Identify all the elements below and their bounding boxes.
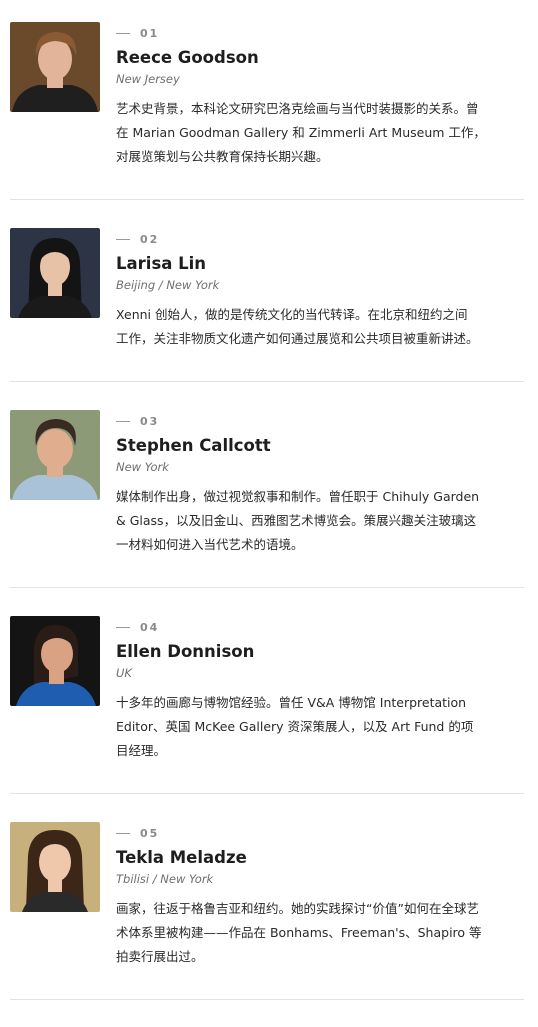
avatar <box>10 228 100 318</box>
member-number: 03 <box>140 414 160 428</box>
bio-line: & Glass，以及旧金山、西雅图艺术博览会。策展兴趣关注玻璃这 <box>116 513 477 528</box>
dash-divider-icon <box>116 420 130 422</box>
member-name: Ellen Donnison <box>116 642 255 661</box>
member-bio: 媒体制作出身，做过视觉叙事和制作。曾任职于 Chihuly Garden & G… <box>116 485 526 557</box>
bio-line: 一材料如何进入当代艺术的语境。 <box>116 537 304 552</box>
portrait-photo <box>10 228 100 318</box>
member-info: 05 Tekla Meladze Tbilisi / New York 画家，往… <box>116 822 526 969</box>
member-info: 03 Stephen Callcott New York 媒体制作出身，做过视觉… <box>116 410 526 557</box>
avatar <box>10 410 100 500</box>
member-number: 04 <box>140 620 160 634</box>
member-location: New Jersey <box>116 72 180 86</box>
dash-divider-icon <box>116 832 130 834</box>
member-location: New York <box>116 460 169 474</box>
member-index: 01 <box>116 25 526 41</box>
bio-line: 术体系里被构建——作品在 Bonhams、Freeman's、Shapiro 等 <box>116 925 482 940</box>
dash-divider-icon <box>116 32 130 34</box>
member-index: 05 <box>116 825 526 841</box>
member-name: Tekla Meladze <box>116 848 247 867</box>
team-member-list: 01 Reece Goodson New Jersey 艺术史背景，本科论文研究… <box>0 0 538 1027</box>
avatar <box>10 822 100 912</box>
list-item: 01 Reece Goodson New Jersey 艺术史背景，本科论文研究… <box>10 22 524 200</box>
member-index: 04 <box>116 619 526 635</box>
bio-line: Xenni 创始人，做的是传统文化的当代转译。在北京和纽约之间 <box>116 307 468 322</box>
member-location: Tbilisi / New York <box>116 872 214 886</box>
member-bio: 画家，往返于格鲁吉亚和纽约。她的实践探讨“价值”如何在全球艺 术体系里被构建——… <box>116 897 526 969</box>
member-location: Beijing / New York <box>116 278 220 292</box>
member-name: Stephen Callcott <box>116 436 271 455</box>
member-bio: 十多年的画廊与博物馆经验。曾任 V&A 博物馆 Interpretation E… <box>116 691 526 763</box>
member-bio: 艺术史背景，本科论文研究巴洛克绘画与当代时装摄影的关系。曾 在 Marian G… <box>116 97 526 169</box>
member-index: 03 <box>116 413 526 429</box>
bio-line: Editor、英国 McKee Gallery 资深策展人，以及 Art Fun… <box>116 719 474 734</box>
member-bio: Xenni 创始人，做的是传统文化的当代转译。在北京和纽约之间 工作，关注非物质… <box>116 303 526 351</box>
bio-line: 画家，往返于格鲁吉亚和纽约。她的实践探讨“价值”如何在全球艺 <box>116 901 479 916</box>
bio-line: 在 Marian Goodman Gallery 和 Zimmerli Art … <box>116 125 486 140</box>
portrait-photo <box>10 22 100 112</box>
member-number: 05 <box>140 826 160 840</box>
portrait-photo <box>10 822 100 912</box>
bio-line: 对展览策划与公共教育保持长期兴趣。 <box>116 149 329 164</box>
list-item: 02 Larisa Lin Beijing / New York Xenni 创… <box>10 228 524 382</box>
member-info: 01 Reece Goodson New Jersey 艺术史背景，本科论文研究… <box>116 22 526 169</box>
list-item: 04 Ellen Donnison UK 十多年的画廊与博物馆经验。曾任 V&A… <box>10 616 524 794</box>
member-number: 02 <box>140 232 160 246</box>
avatar <box>10 616 100 706</box>
bio-line: 目经理。 <box>116 743 167 758</box>
member-location: UK <box>116 666 132 680</box>
bio-line: 拍卖行展出过。 <box>116 949 204 964</box>
bio-line: 媒体制作出身，做过视觉叙事和制作。曾任职于 Chihuly Garden <box>116 489 480 504</box>
portrait-photo <box>10 616 100 706</box>
member-name: Larisa Lin <box>116 254 207 273</box>
dash-divider-icon <box>116 626 130 628</box>
bio-line: 十多年的画廊与博物馆经验。曾任 V&A 博物馆 Interpretation <box>116 695 467 710</box>
portrait-photo <box>10 410 100 500</box>
bio-line: 艺术史背景，本科论文研究巴洛克绘画与当代时装摄影的关系。曾 <box>116 101 479 116</box>
bio-line: 工作，关注非物质文化遗产如何通过展览和公共项目被重新讲述。 <box>116 331 479 346</box>
list-item: 05 Tekla Meladze Tbilisi / New York 画家，往… <box>10 822 524 1000</box>
member-info: 04 Ellen Donnison UK 十多年的画廊与博物馆经验。曾任 V&A… <box>116 616 526 763</box>
member-name: Reece Goodson <box>116 48 259 67</box>
member-info: 02 Larisa Lin Beijing / New York Xenni 创… <box>116 228 526 351</box>
avatar <box>10 22 100 112</box>
list-item: 03 Stephen Callcott New York 媒体制作出身，做过视觉… <box>10 410 524 588</box>
member-index: 02 <box>116 231 526 247</box>
dash-divider-icon <box>116 238 130 240</box>
member-number: 01 <box>140 26 160 40</box>
